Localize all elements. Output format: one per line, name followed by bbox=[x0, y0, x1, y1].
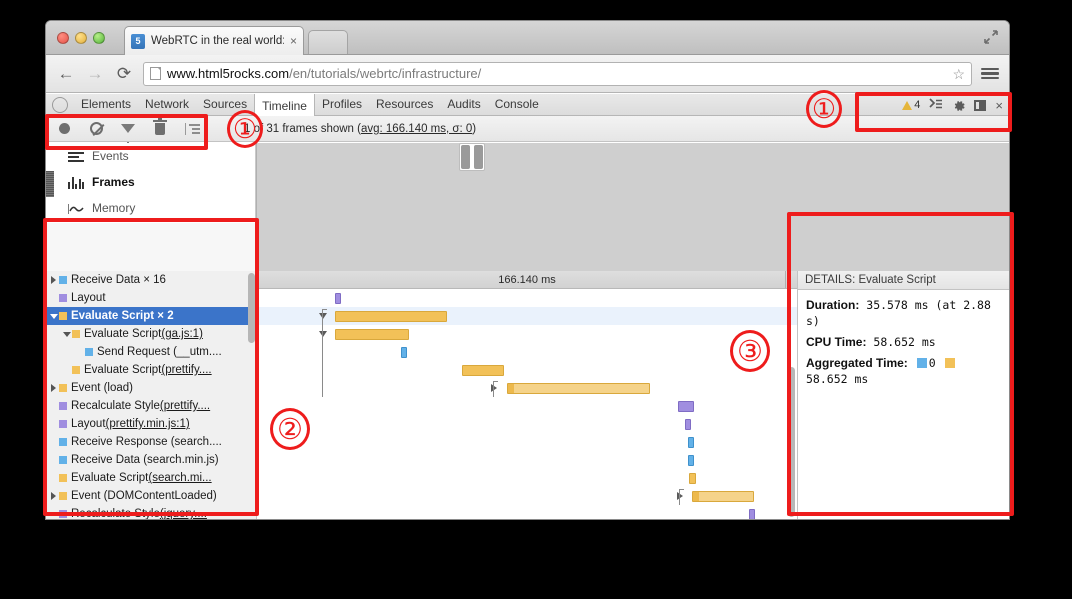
waterfall-row[interactable] bbox=[257, 433, 797, 451]
frames-shown-status: 1 of 31 frames shown (avg: 166.140 ms, σ… bbox=[244, 123, 476, 135]
sidebar-item-label: Memory bbox=[92, 201, 135, 215]
waterfall-row[interactable] bbox=[257, 469, 797, 487]
browser-tab-title: WebRTC in the real world: bbox=[151, 35, 284, 47]
waterfall-row[interactable] bbox=[257, 307, 797, 325]
waterfall-event-net[interactable] bbox=[688, 437, 694, 448]
hamburger-menu-icon[interactable] bbox=[981, 68, 999, 80]
frame-selection-handle[interactable] bbox=[459, 143, 485, 171]
waterfall-ruler: 166.140 ms bbox=[257, 271, 797, 289]
waterfall-event-script[interactable] bbox=[462, 365, 504, 376]
tab-resources[interactable]: Resources bbox=[369, 94, 440, 115]
address-bar[interactable]: www.html5rocks.com/en/tutorials/webrtc/i… bbox=[143, 62, 972, 86]
waterfall-event-style[interactable] bbox=[749, 509, 755, 519]
waterfall-row[interactable] bbox=[257, 343, 797, 361]
waterfall-canvas[interactable] bbox=[257, 289, 797, 519]
frames-status-avg: avg: 166.140 ms, σ: 0 bbox=[361, 123, 472, 135]
annotation-circle-1b: ① bbox=[806, 90, 842, 128]
annotation-box-details bbox=[787, 212, 1014, 516]
waterfall-event-script[interactable] bbox=[335, 329, 409, 340]
frames-status-suffix: ) bbox=[472, 123, 476, 135]
annotation-box-toolbar bbox=[45, 114, 208, 150]
waterfall-row[interactable] bbox=[257, 505, 797, 519]
star-outline-icon[interactable]: ☆ bbox=[952, 66, 965, 82]
forward-button[interactable]: → bbox=[85, 64, 105, 84]
mode-drag-handle[interactable] bbox=[46, 171, 54, 197]
waterfall-connector bbox=[322, 309, 327, 397]
waterfall-row[interactable] bbox=[257, 289, 797, 307]
page-document-icon bbox=[150, 67, 161, 80]
back-button[interactable]: ← bbox=[56, 64, 76, 84]
waterfall-ruler-label: 166.140 ms bbox=[498, 274, 555, 286]
browser-tab[interactable]: 5 WebRTC in the real world: × bbox=[124, 26, 304, 55]
timeline-waterfall[interactable]: 166.140 ms bbox=[257, 271, 797, 519]
annotation-circle-1a: ① bbox=[227, 110, 263, 148]
timeline-mode-list: Events Frames Memory bbox=[46, 143, 255, 223]
annotation-circle-2: ② bbox=[270, 408, 310, 450]
minimize-window-button[interactable] bbox=[75, 32, 87, 44]
waterfall-event-style[interactable] bbox=[685, 419, 691, 430]
annotation-box-record-tree bbox=[43, 218, 259, 516]
sidebar-item-label: Frames bbox=[92, 175, 135, 189]
annotation-circle-3: ③ bbox=[730, 330, 770, 372]
tab-console[interactable]: Console bbox=[488, 94, 546, 115]
tab-audits[interactable]: Audits bbox=[440, 94, 487, 115]
waterfall-event-script[interactable] bbox=[335, 311, 447, 322]
waterfall-event-net[interactable] bbox=[401, 347, 407, 358]
waterfall-event-style[interactable] bbox=[678, 401, 694, 412]
waterfall-event-script[interactable] bbox=[507, 383, 650, 394]
waterfall-connector bbox=[679, 489, 684, 505]
tab-network[interactable]: Network bbox=[138, 94, 196, 115]
waterfall-event-script[interactable] bbox=[689, 473, 696, 484]
waterfall-row[interactable] bbox=[257, 397, 797, 415]
tab-elements[interactable]: Elements bbox=[74, 94, 138, 115]
waterfall-row[interactable] bbox=[257, 451, 797, 469]
frames-bars-icon bbox=[68, 175, 84, 189]
waterfall-row[interactable] bbox=[257, 361, 797, 379]
html5-icon: 5 bbox=[131, 34, 145, 49]
tab-timeline[interactable]: Timeline bbox=[254, 94, 315, 116]
tab-profiles[interactable]: Profiles bbox=[315, 94, 369, 115]
waterfall-event-net[interactable] bbox=[688, 455, 694, 466]
waterfall-row[interactable] bbox=[257, 325, 797, 343]
waterfall-row[interactable] bbox=[257, 379, 797, 397]
browser-navbar: ← → ⟳ www.html5rocks.com/en/tutorials/we… bbox=[46, 55, 1009, 93]
waterfall-connector bbox=[493, 381, 498, 397]
new-tab-button[interactable] bbox=[308, 30, 348, 54]
waterfall-event-style[interactable] bbox=[335, 293, 341, 304]
browser-tabstrip: 5 WebRTC in the real world: × bbox=[46, 21, 1009, 55]
waterfall-row[interactable] bbox=[257, 415, 797, 433]
close-window-button[interactable] bbox=[57, 32, 69, 44]
reload-button[interactable]: ⟳ bbox=[114, 64, 134, 84]
sidebar-item-frames[interactable]: Frames bbox=[46, 169, 255, 195]
events-icon bbox=[68, 149, 84, 163]
sidebar-item-label: Events bbox=[92, 149, 129, 163]
zoom-window-button[interactable] bbox=[93, 32, 105, 44]
maximize-icon[interactable] bbox=[983, 30, 999, 46]
address-bar-url: www.html5rocks.com/en/tutorials/webrtc/i… bbox=[167, 66, 481, 81]
annotation-box-devtools-actions bbox=[855, 92, 1012, 132]
waterfall-event-script[interactable] bbox=[692, 491, 754, 502]
window-controls[interactable] bbox=[57, 32, 105, 44]
close-icon[interactable]: × bbox=[290, 35, 297, 47]
memory-line-icon bbox=[68, 201, 84, 215]
url-host: www.html5rocks.com bbox=[167, 66, 289, 81]
url-path: /en/tutorials/webrtc/infrastructure/ bbox=[289, 66, 481, 81]
inspect-element-icon[interactable] bbox=[52, 97, 68, 113]
waterfall-row[interactable] bbox=[257, 487, 797, 505]
